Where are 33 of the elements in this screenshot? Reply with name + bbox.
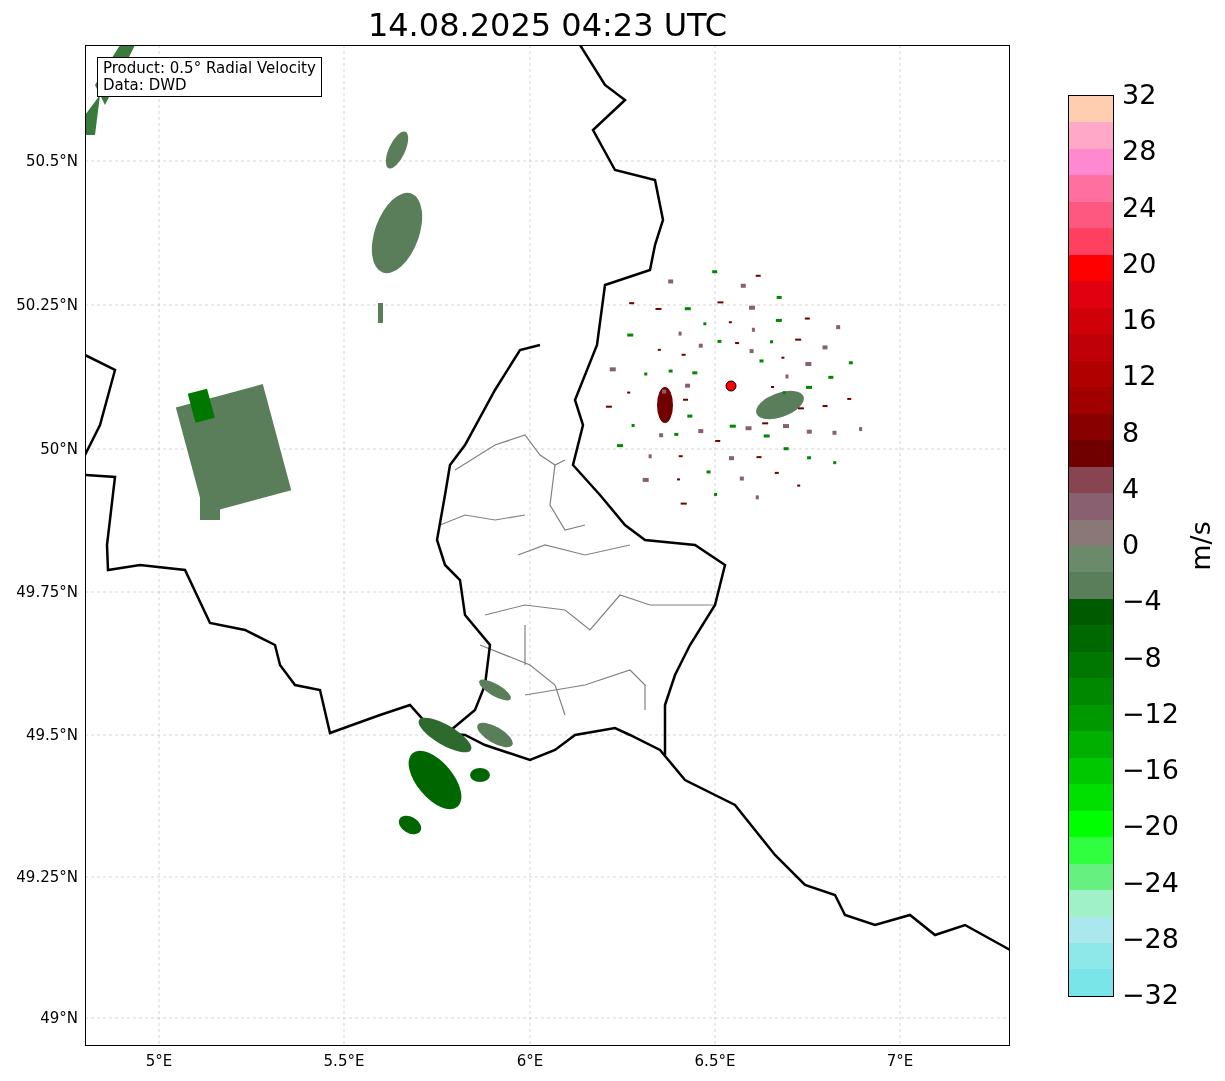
colorbar-tick-label: 24 [1122,192,1157,223]
colorbar-tick-label: −24 [1122,867,1179,898]
latitude-label: 49.25°N [16,868,78,886]
latitude-label: 50.25°N [16,296,78,314]
colorbar-tick-label: 28 [1122,136,1157,167]
chart-title: 14.08.2025 04:23 UTC [367,5,728,45]
info-text: Product: 0.5° Radial Velocity [103,60,316,77]
colorbar-tick-label: −12 [1122,698,1179,729]
longitude-label: 6°E [515,1052,545,1070]
colorbar-tick-label: −16 [1122,755,1179,785]
colorbar-tick-label: 20 [1122,248,1157,279]
longitude-label: 6.5°E [693,1052,737,1070]
colorbar-tick-label: 16 [1122,305,1157,335]
latitude-label: 49°N [40,1009,78,1027]
colorbar-tick-label: 32 [1122,80,1157,110]
latitude-label: 49.5°N [25,726,78,744]
colorbar-tick-label: −8 [1122,642,1162,673]
longitude-label: 5°E [144,1052,174,1070]
latitude-label: 49.75°N [16,583,78,601]
longitude-label: 5.5°E [322,1052,366,1070]
colorbar-tick-label: 8 [1122,417,1140,448]
info-text: Data: DWD [103,77,188,94]
longitude-label: 7°E [885,1052,915,1070]
colorbar-tick-label: −32 [1122,980,1179,1010]
colorbar-tick-label: 12 [1122,361,1157,392]
colorbar-tick-label: 4 [1122,473,1140,504]
colorbar-tick-label: −4 [1122,586,1162,617]
latitude-label: 50.5°N [25,152,78,170]
colorbar-tick-label: −20 [1122,811,1179,842]
latitude-label: 50°N [40,440,78,458]
colorbar-tick-label: −28 [1122,923,1179,954]
colorbar-axis-label: m/s [1185,521,1216,571]
colorbar-tick-label: 0 [1122,530,1140,560]
